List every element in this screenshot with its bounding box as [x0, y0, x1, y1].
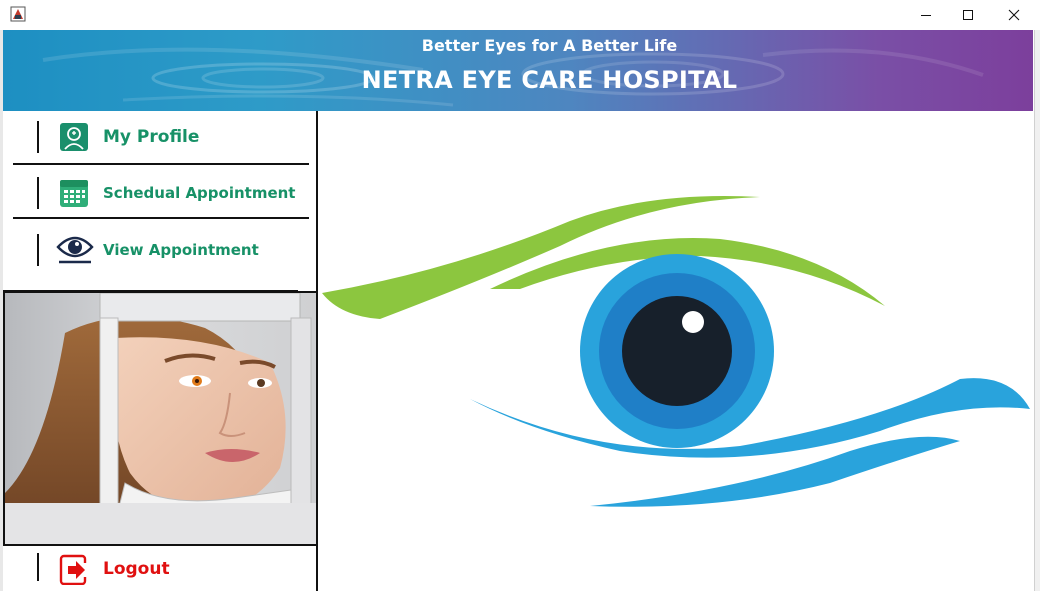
- sidebar-item-view-appointment[interactable]: View Appointment: [3, 223, 316, 277]
- java-app-icon: [10, 6, 26, 22]
- sidebar-item-label: My Profile: [103, 127, 200, 147]
- nav-separator: [37, 121, 39, 153]
- window-frame-right: [1034, 30, 1040, 591]
- logout-button[interactable]: Logout: [3, 549, 316, 591]
- calendar-icon: [58, 177, 90, 209]
- nav-separator: [37, 553, 39, 581]
- sidebar-item-my-profile[interactable]: My Profile: [3, 111, 316, 165]
- header-tagline: Better Eyes for A Better Life: [421, 36, 678, 55]
- close-button[interactable]: [991, 0, 1037, 30]
- sidebar-divider: [13, 163, 309, 165]
- sidebar-item-schedual-appointment[interactable]: Schedual Appointment: [3, 167, 316, 221]
- header-title: NETRA EYE CARE HOSPITAL: [361, 66, 738, 94]
- close-icon: [1008, 9, 1020, 21]
- maximize-button[interactable]: [945, 0, 991, 30]
- minimize-icon: [921, 15, 931, 16]
- logout-label: Logout: [103, 559, 170, 579]
- logout-icon: [58, 553, 90, 586]
- window-title-bar: [0, 0, 1040, 30]
- maximize-icon: [963, 10, 973, 20]
- sidebar-item-label: Schedual Appointment: [103, 184, 296, 202]
- eye-logo: [322, 196, 1030, 507]
- minimize-button[interactable]: [903, 0, 949, 30]
- nav-separator: [37, 234, 39, 266]
- sidebar-item-label: View Appointment: [103, 241, 259, 259]
- nav-separator: [37, 177, 39, 209]
- eye-icon: [56, 231, 94, 264]
- profile-icon: [58, 121, 90, 153]
- patient-eye-exam-photo: [3, 291, 318, 546]
- header-banner: Better Eyes for A Better Life NETRA EYE …: [3, 30, 1033, 111]
- sidebar-divider: [13, 217, 309, 219]
- main-content: [320, 111, 1034, 591]
